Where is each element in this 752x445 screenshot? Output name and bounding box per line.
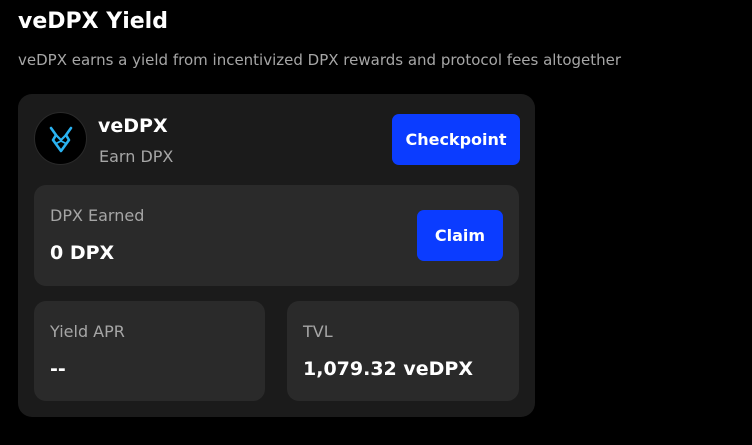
dpx-earned-value: 0 DPX	[50, 242, 115, 264]
yield-apr-label: Yield APR	[50, 322, 125, 341]
yield-apr-value: --	[50, 358, 66, 380]
page-title: veDPX Yield	[18, 9, 168, 34]
checkpoint-button[interactable]: Checkpoint	[392, 114, 520, 165]
yield-apr-panel: Yield APR --	[34, 301, 265, 401]
vedpx-card: veDPX Earn DPX Checkpoint DPX Earned 0 D…	[18, 94, 535, 417]
token-name: veDPX	[98, 115, 168, 137]
tvl-label: TVL	[303, 322, 333, 341]
dpx-earned-label: DPX Earned	[50, 206, 145, 225]
dopex-bull-logo-icon	[49, 126, 73, 153]
token-caption: Earn DPX	[99, 147, 174, 166]
page-subtitle: veDPX earns a yield from incentivized DP…	[18, 51, 622, 69]
tvl-value: 1,079.32 veDPX	[303, 358, 473, 380]
token-logo	[34, 112, 87, 165]
claim-button[interactable]: Claim	[417, 210, 503, 261]
tvl-panel: TVL 1,079.32 veDPX	[287, 301, 519, 401]
